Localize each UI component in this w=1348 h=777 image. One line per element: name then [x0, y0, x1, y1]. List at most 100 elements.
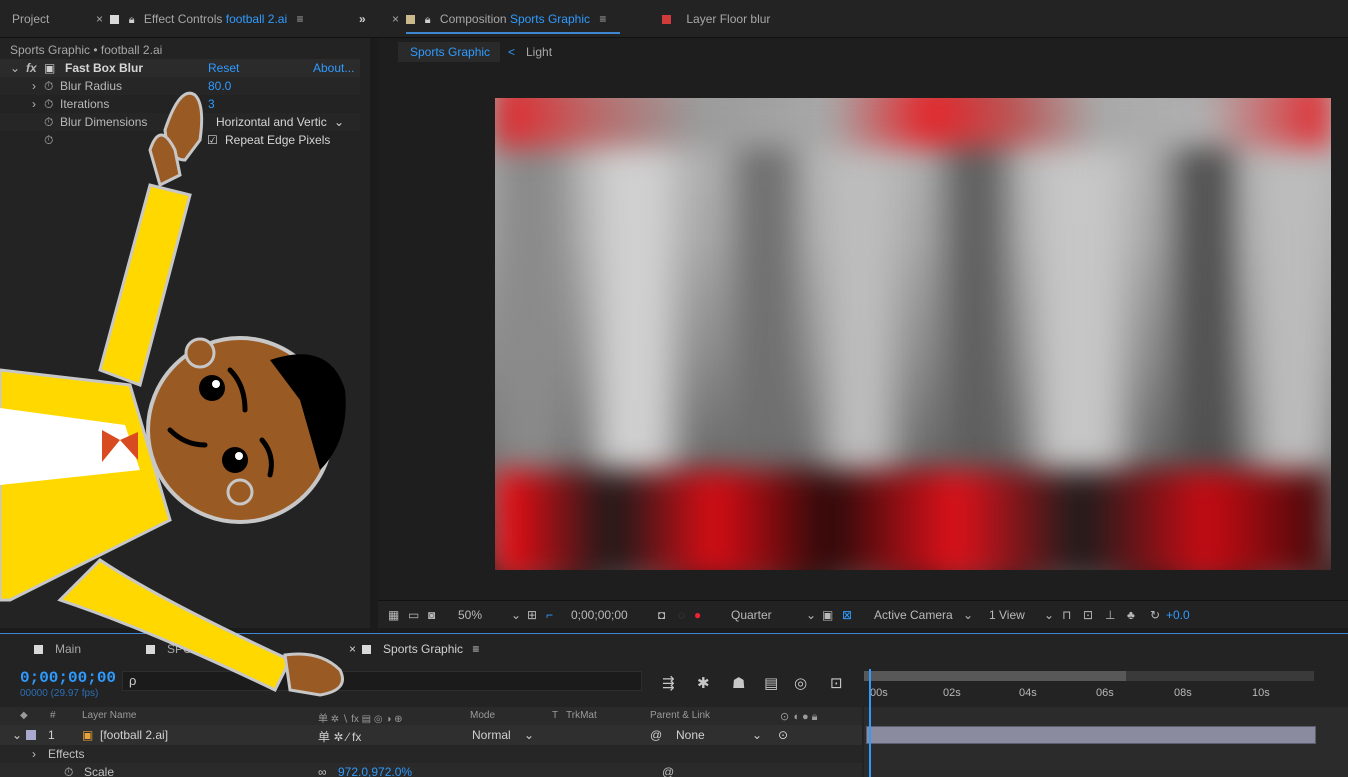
- draft-3d-icon[interactable]: ✱: [697, 674, 710, 692]
- chevron-down-icon[interactable]: ⌄: [334, 115, 344, 129]
- view-layout-dropdown[interactable]: 1 View: [989, 608, 1025, 622]
- chevron-right-icon[interactable]: ›: [32, 97, 36, 111]
- property-row-repeat-edge[interactable]: ⏱︎ ☑ Repeat Edge Pixels: [0, 131, 360, 149]
- layer-name[interactable]: [football 2.ai]: [100, 728, 168, 742]
- stopwatch-icon[interactable]: ⏱︎: [44, 97, 53, 112]
- property-row-iterations[interactable]: › ⏱︎ Iterations 3: [0, 95, 360, 113]
- monitor-icon[interactable]: ▭: [408, 608, 419, 622]
- layer-switches-icons[interactable]: 单 ✲ ∕ fx: [318, 728, 361, 745]
- blur-dimensions-dropdown[interactable]: Horizontal and Vertic: [216, 115, 327, 129]
- shy-layers-icon[interactable]: ☗: [732, 674, 745, 692]
- stopwatch-icon[interactable]: ⏱︎: [44, 115, 53, 130]
- time-ruler[interactable]: 00s 02s 04s 06s 08s 10s: [864, 669, 1314, 707]
- scale-property-row[interactable]: ⏱︎ Scale ∞ 972.0,972.0% @: [0, 763, 862, 777]
- toggle-pixel-aspect-icon[interactable]: ⊓: [1062, 608, 1071, 622]
- close-icon[interactable]: ×: [392, 12, 399, 26]
- checkbox-checked-icon[interactable]: ☑: [207, 133, 218, 147]
- chevron-down-icon[interactable]: ⌄: [12, 728, 22, 742]
- comp-mini-flowchart-icon[interactable]: ⇶: [662, 674, 675, 692]
- reset-exposure-icon[interactable]: ↻: [1150, 608, 1160, 622]
- effect-header-row[interactable]: ⌄ fx ▣ Fast Box Blur Reset About...: [0, 59, 360, 77]
- viewer-timecode[interactable]: 0;00;00;00: [571, 608, 628, 622]
- chevron-right-icon[interactable]: ›: [32, 79, 36, 93]
- tab-sports-logo[interactable]: SPORTS LOGO: [146, 642, 254, 656]
- flowchart-icon[interactable]: ♣: [1127, 608, 1135, 622]
- layer-color-icon: [662, 15, 671, 24]
- motion-blur-icon[interactable]: ◎: [794, 674, 807, 692]
- about-link[interactable]: About...: [313, 61, 354, 75]
- current-time-indicator[interactable]: [869, 669, 871, 777]
- chevron-down-icon[interactable]: ⌄: [963, 608, 973, 622]
- camera-dropdown[interactable]: Active Camera: [874, 608, 953, 622]
- timeline-icon[interactable]: ⊥: [1105, 608, 1115, 622]
- constrain-proportions-icon[interactable]: ∞: [318, 765, 327, 777]
- blur-radius-value[interactable]: 80.0: [208, 79, 231, 93]
- layer-row[interactable]: ⌄ 1 ▣ [football 2.ai] 单 ✲ ∕ fx Normal ⌄ …: [0, 725, 862, 745]
- color-channels-icon[interactable]: ●: [694, 608, 701, 622]
- property-row-blur-dimensions[interactable]: ⏱︎ Blur Dimensions Horizontal and Vertic…: [0, 113, 360, 131]
- zoom-dropdown[interactable]: 50%: [458, 608, 482, 622]
- region-of-interest-icon[interactable]: ▣: [822, 608, 833, 622]
- fx-icon[interactable]: fx: [26, 61, 37, 75]
- layer-search-input[interactable]: ρ: [122, 671, 642, 691]
- safe-margins-icon[interactable]: ⊞: [527, 608, 537, 622]
- chevron-down-icon[interactable]: ⌄: [524, 728, 534, 742]
- ruler-label: 02s: [943, 687, 961, 699]
- resolution-dropdown[interactable]: Quarter: [731, 608, 772, 622]
- chevron-down-icon[interactable]: ⌄: [1044, 608, 1054, 622]
- blend-mode-dropdown[interactable]: Normal: [472, 728, 511, 742]
- lock-icon[interactable]: 🔒︎: [425, 14, 431, 26]
- frame-blending-icon[interactable]: ▤: [764, 674, 778, 692]
- tab-project[interactable]: Project: [12, 12, 49, 26]
- mask-visibility-icon[interactable]: ⌐: [546, 608, 553, 622]
- camera-icon[interactable]: ◘: [658, 608, 665, 622]
- tab-sports-graphic[interactable]: × Sports Graphic ≡: [349, 642, 479, 656]
- tab-main-label: Main: [55, 642, 82, 656]
- fast-previews-icon[interactable]: ⊡: [1083, 608, 1093, 622]
- chevron-down-icon[interactable]: ⌄: [806, 608, 816, 622]
- chevron-right-icon[interactable]: ›: [32, 747, 36, 761]
- work-area-range[interactable]: [864, 671, 1126, 681]
- stopwatch-icon[interactable]: ⏱︎: [44, 133, 53, 148]
- chevron-down-icon[interactable]: ⌄: [10, 61, 20, 75]
- snapshot-icon[interactable]: ◌: [678, 608, 685, 622]
- graph-editor-icon[interactable]: ⊡: [830, 674, 843, 692]
- chevron-down-icon[interactable]: ⌄: [752, 728, 762, 742]
- chevron-down-icon[interactable]: ⌄: [511, 608, 521, 622]
- tab-main[interactable]: Main: [34, 642, 81, 656]
- panel-menu-icon[interactable]: ≡: [472, 642, 479, 656]
- pickwhip-icon[interactable]: @: [662, 765, 674, 777]
- tab-layer[interactable]: Layer Floor blur: [658, 12, 770, 26]
- label-column-icon[interactable]: ◆: [20, 710, 28, 721]
- pickwhip-icon[interactable]: @: [650, 728, 662, 742]
- crumb-light[interactable]: Light: [526, 45, 552, 59]
- scale-value[interactable]: 972.0,972.0%: [338, 765, 412, 777]
- effects-group-row[interactable]: › Effects: [0, 745, 862, 763]
- panel-menu-icon[interactable]: ≡: [599, 12, 606, 26]
- parent-dropdown[interactable]: None: [676, 728, 705, 742]
- layer-color-icon[interactable]: [26, 730, 36, 740]
- stopwatch-icon[interactable]: ⏱︎: [64, 765, 73, 777]
- layer-duration-bar[interactable]: [866, 726, 1316, 744]
- close-icon[interactable]: ×: [96, 12, 103, 26]
- crumb-sports-graphic[interactable]: Sports Graphic: [410, 45, 490, 59]
- reset-link[interactable]: Reset: [208, 61, 239, 75]
- property-row-blur-radius[interactable]: › ⏱︎ Blur Radius 80.0: [0, 77, 360, 95]
- column-layer-name[interactable]: Layer Name: [82, 710, 136, 721]
- panel-menu-icon[interactable]: ≡: [296, 12, 303, 26]
- close-icon[interactable]: ×: [349, 642, 356, 656]
- stopwatch-icon[interactable]: ⏱︎: [44, 79, 53, 94]
- tab-composition[interactable]: × 🔒︎ Composition Sports Graphic ≡: [392, 12, 606, 27]
- tab-effect-controls[interactable]: × 🔒︎ Effect Controls football 2.ai ≡: [96, 12, 303, 27]
- iterations-value[interactable]: 3: [208, 97, 215, 111]
- eye-icon[interactable]: ⊙: [778, 728, 788, 742]
- preview-icon[interactable]: ▦: [388, 608, 399, 622]
- composition-canvas[interactable]: [495, 98, 1331, 570]
- expand-panels-icon[interactable]: »: [359, 12, 366, 26]
- column-trkmat: TrkMat: [566, 710, 597, 721]
- exposure-value[interactable]: +0.0: [1166, 608, 1190, 622]
- vr-icon[interactable]: ◙: [428, 608, 435, 622]
- transparency-grid-icon[interactable]: ⊠: [842, 608, 852, 622]
- lock-icon[interactable]: 🔒︎: [129, 14, 135, 26]
- current-time-display[interactable]: 0;00;00;00: [20, 669, 116, 687]
